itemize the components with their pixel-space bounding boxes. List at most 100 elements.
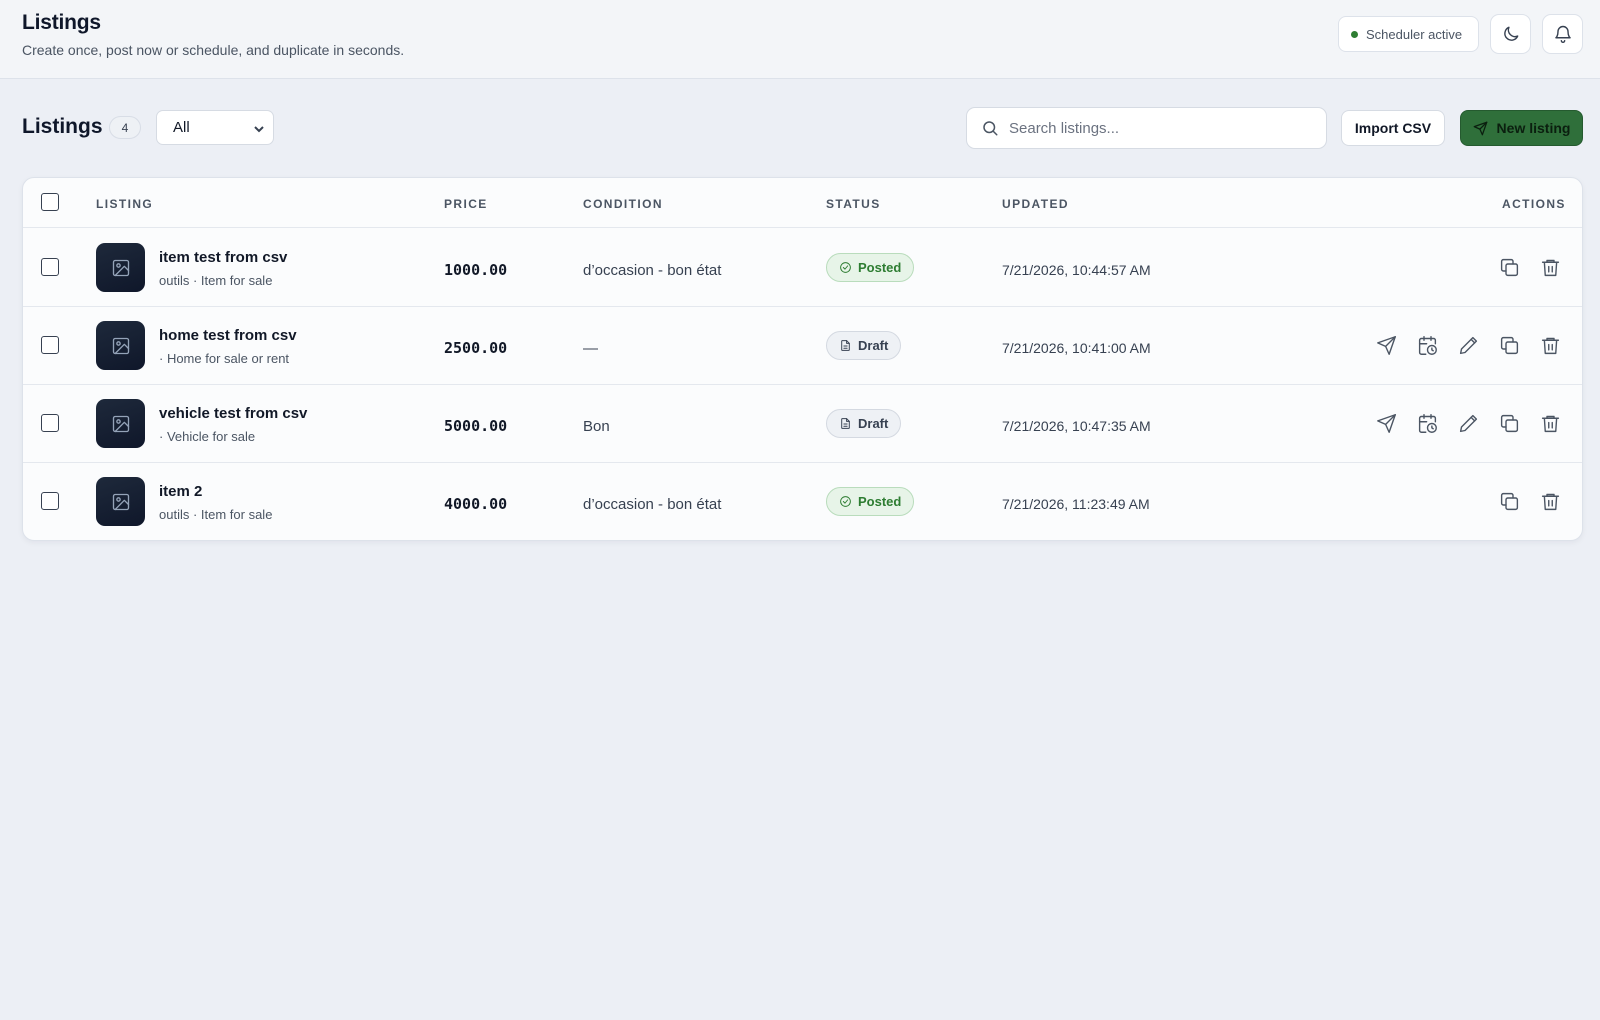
listing-condition: d’occasion - bon état [583,262,722,279]
duplicate-button[interactable] [1497,333,1521,357]
status-badge: Posted [826,253,915,282]
copy-icon [1500,492,1518,510]
schedule-button[interactable] [1415,333,1439,357]
status-label: Draft [858,338,889,353]
listings-count-badge: 4 [109,116,141,139]
listing-name[interactable]: item 2 [159,483,202,500]
listing-subtitle: outils · Item for sale [159,273,273,288]
listings-heading: Listings [22,115,103,138]
image-placeholder-icon [112,493,129,510]
send-icon [1376,413,1396,433]
status-filter-value: All [173,119,190,136]
column-header-condition[interactable]: CONDITION [583,197,663,211]
listing-updated: 7/21/2026, 11:23:49 AM [1002,496,1150,512]
edit-button[interactable] [1456,333,1480,357]
row-checkbox[interactable] [41,492,59,510]
trash-icon [1541,493,1559,510]
listing-thumbnail [96,243,145,292]
copy-icon [1500,414,1518,432]
row-checkbox[interactable] [41,414,59,432]
listing-thumbnail [96,399,145,448]
status-label: Posted [858,494,902,509]
table-row[interactable]: vehicle test from csv · Vehicle for sale… [23,385,1582,463]
duplicate-button[interactable] [1497,489,1521,513]
delete-button[interactable] [1538,333,1562,357]
status-filter-select[interactable]: All [156,110,274,145]
listing-subtitle: outils · Item for sale [159,507,273,522]
status-badge: Posted [826,487,915,516]
moon-icon [1503,26,1518,41]
scheduler-status-badge: Scheduler active [1338,16,1479,52]
row-checkbox[interactable] [41,258,59,276]
status-dot-icon [1351,30,1358,38]
schedule-button[interactable] [1415,411,1439,435]
table-header: LISTING PRICE CONDITION STATUS UPDATED A… [23,178,1582,228]
status-label: Posted [858,260,902,275]
listing-condition: d’occasion - bon état [583,496,722,513]
notifications-button[interactable] [1542,14,1583,54]
chevron-down-icon [254,126,264,133]
new-listing-button[interactable]: New listing [1460,110,1583,146]
column-header-updated[interactable]: UPDATED [1002,197,1069,211]
send-icon [1473,121,1487,135]
delete-button[interactable] [1538,411,1562,435]
check-circle-icon [840,496,851,507]
column-header-listing[interactable]: LISTING [96,197,153,211]
listing-name[interactable]: vehicle test from csv [159,405,307,422]
post-now-button[interactable] [1374,411,1398,435]
theme-toggle-button[interactable] [1490,14,1531,54]
listing-price: 1000.00 [444,261,508,279]
column-header-actions: ACTIONS [1502,197,1566,211]
listing-condition: — [583,340,598,357]
listing-subtitle: · Home for sale or rent [159,351,290,366]
duplicate-button[interactable] [1497,411,1521,435]
search-icon [983,121,998,136]
listing-price: 5000.00 [444,417,508,435]
status-badge: Draft [826,409,902,438]
listing-price: 4000.00 [444,495,508,513]
calendar-clock-icon [1418,335,1437,355]
listing-name[interactable]: item test from csv [159,249,287,266]
post-now-button[interactable] [1374,333,1398,357]
document-icon [841,340,850,351]
listing-updated: 7/21/2026, 10:44:57 AM [1002,262,1151,278]
trash-icon [1541,415,1559,432]
duplicate-button[interactable] [1497,255,1521,279]
column-header-price[interactable]: PRICE [444,197,488,211]
trash-icon [1541,337,1559,354]
table-row[interactable]: item test from csv outils · Item for sal… [23,229,1582,307]
delete-button[interactable] [1538,489,1562,513]
check-circle-icon [840,262,851,273]
image-placeholder-icon [112,415,129,432]
status-badge: Draft [826,331,902,360]
status-label: Draft [858,416,889,431]
pencil-icon [1459,414,1477,432]
send-icon [1376,335,1396,355]
copy-icon [1500,336,1518,354]
listing-subtitle: · Vehicle for sale [159,429,256,444]
edit-button[interactable] [1456,411,1480,435]
listing-condition: Bon [583,418,610,435]
bell-icon [1554,25,1571,43]
delete-button[interactable] [1538,255,1562,279]
import-csv-button[interactable]: Import CSV [1341,110,1445,146]
listing-name[interactable]: home test from csv [159,327,297,344]
search-box[interactable] [966,107,1327,149]
listing-thumbnail [96,321,145,370]
row-checkbox[interactable] [41,336,59,354]
search-input[interactable] [1009,119,1309,137]
listing-thumbnail [96,477,145,526]
page-header: Listings Create once, post now or schedu… [0,0,1600,79]
copy-icon [1500,258,1518,276]
image-placeholder-icon [112,337,129,354]
table-row[interactable]: home test from csv · Home for sale or re… [23,307,1582,385]
table-row[interactable]: item 2 outils · Item for sale 4000.00 d’… [23,463,1582,540]
column-header-status[interactable]: STATUS [826,197,881,211]
document-icon [841,418,850,429]
listing-updated: 7/21/2026, 10:47:35 AM [1002,418,1151,434]
listings-table: LISTING PRICE CONDITION STATUS UPDATED A… [22,177,1583,541]
new-listing-label: New listing [1496,120,1571,136]
listing-updated: 7/21/2026, 10:41:00 AM [1002,340,1151,356]
select-all-checkbox[interactable] [41,193,59,211]
image-placeholder-icon [112,259,129,276]
